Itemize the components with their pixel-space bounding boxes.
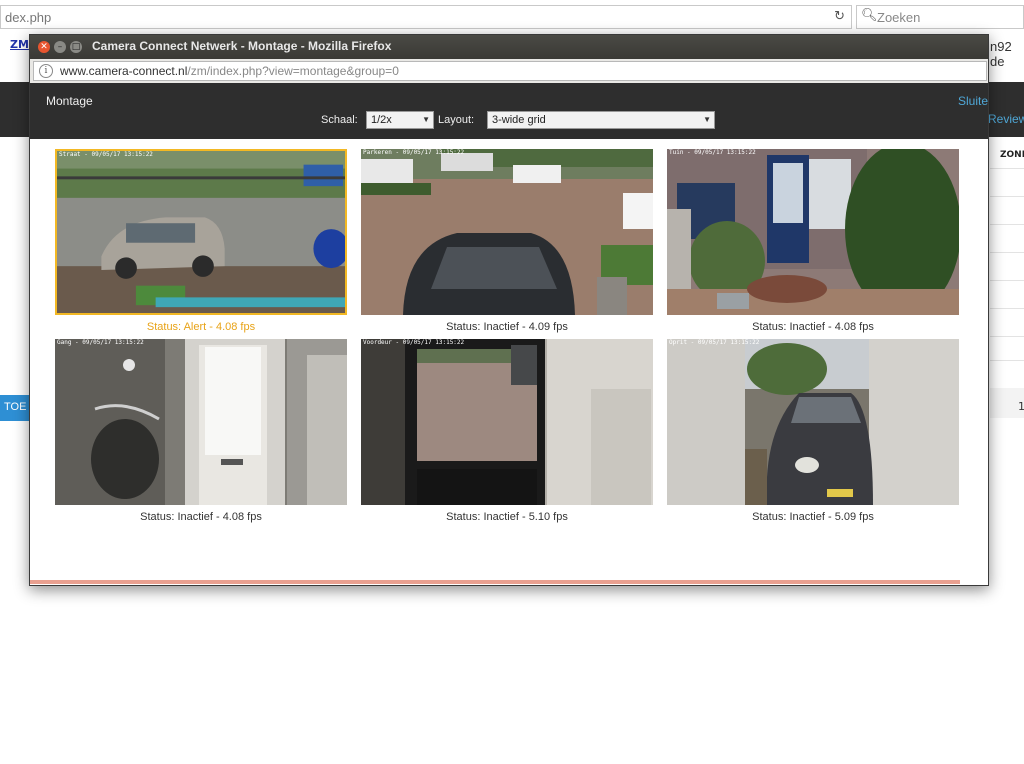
page-title: Montage	[46, 94, 93, 108]
camera-feed[interactable]: Oprit - 09/05/17 13:15:22	[667, 339, 959, 505]
scale-select[interactable]: 1/2x ▼	[366, 111, 434, 129]
close-link[interactable]: Sluiten	[958, 94, 988, 108]
table-row-divider	[990, 336, 1024, 337]
montage-popup-window: ✕ – □ Camera Connect Netwerk - Montage -…	[29, 34, 989, 586]
chevron-down-icon: ▼	[703, 115, 711, 124]
camera-feed[interactable]: Tuin - 09/05/17 13:15:22	[667, 149, 959, 315]
camera-feed[interactable]: Gang - 09/05/17 13:15:22	[55, 339, 347, 505]
camera-timestamp: Straat - 09/05/17 13:15:22	[59, 151, 153, 158]
table-row-divider	[990, 360, 1024, 361]
zone-column-header: ZONE	[1000, 150, 1024, 160]
scale-label: Schaal:	[321, 114, 358, 126]
table-row-divider	[990, 196, 1024, 197]
monitor-grid: Straat - 09/05/17 13:15:22 Status: Alert…	[30, 139, 988, 579]
url-domain: www.camera-connect.nl	[60, 64, 188, 78]
monitor-status: Status: Inactief - 4.09 fps	[446, 321, 568, 333]
reload-icon[interactable]: ↻	[834, 9, 845, 24]
table-row-divider	[990, 280, 1024, 281]
bottom-divider	[30, 580, 960, 584]
monitor-tile[interactable]: Gang - 09/05/17 13:15:22 Status: Inactie…	[55, 339, 347, 529]
search-icon: 🔍︎	[861, 8, 878, 23]
camera-timestamp: Gang - 09/05/17 13:15:22	[57, 339, 144, 346]
monitor-status: Status: Inactief - 5.10 fps	[446, 511, 568, 523]
window-title: Camera Connect Netwerk - Montage - Mozil…	[92, 39, 392, 53]
review-link[interactable]: Review	[988, 112, 1024, 126]
monitor-status: Status: Inactief - 4.08 fps	[752, 321, 874, 333]
table-row-divider	[990, 308, 1024, 309]
close-window-icon[interactable]: ✕	[38, 41, 50, 53]
url-path: /zm/index.php?view=montage&group=0	[187, 64, 399, 78]
camera-timestamp: Tuin - 09/05/17 13:15:22	[669, 149, 756, 156]
bookmark-zm[interactable]: ZM	[10, 38, 29, 51]
camera-timestamp: Parkeren - 09/05/17 13:15:22	[363, 149, 465, 156]
background-url-text: dex.php	[5, 10, 52, 25]
address-bar[interactable]: i www.camera-connect.nl/zm/index.php?vie…	[33, 61, 987, 81]
monitor-tile[interactable]: Voordeur - 09/05/17 13:15:22 Status: Ina…	[361, 339, 653, 529]
camera-feed[interactable]: Parkeren - 09/05/17 13:15:22	[361, 149, 653, 315]
table-row-divider	[990, 224, 1024, 225]
window-titlebar[interactable]: ✕ – □ Camera Connect Netwerk - Montage -…	[30, 35, 988, 59]
table-row-divider	[990, 252, 1024, 253]
site-info-icon[interactable]: i	[39, 64, 53, 78]
monitor-status: Status: Inactief - 5.09 fps	[752, 511, 874, 523]
chevron-down-icon: ▼	[422, 115, 430, 124]
address-bar-container: i www.camera-connect.nl/zm/index.php?vie…	[30, 59, 988, 83]
camera-feed[interactable]: Voordeur - 09/05/17 13:15:22	[361, 339, 653, 505]
minimize-window-icon[interactable]: –	[54, 41, 66, 53]
monitor-status: Status: Alert - 4.08 fps	[146, 321, 256, 333]
layout-label: Layout:	[438, 114, 475, 126]
montage-header: Montage Sluiten Schaal: 1/2x ▼ Layout: 3…	[30, 83, 988, 139]
count-value: 1	[1018, 400, 1024, 413]
camera-timestamp: Voordeur - 09/05/17 13:15:22	[363, 339, 465, 346]
layout-select[interactable]: 3-wide grid ▼	[487, 111, 715, 129]
camera-feed[interactable]: Straat - 09/05/17 13:15:22	[55, 149, 347, 315]
background-search-box[interactable]: 🔍︎ Zoeken	[856, 5, 1024, 29]
search-placeholder: Zoeken	[877, 10, 921, 25]
monitor-tile[interactable]: Parkeren - 09/05/17 13:15:22 Status: Ina…	[361, 149, 653, 339]
layout-select-value: 3-wide grid	[492, 114, 546, 126]
bookmark-right-text[interactable]: n92 de	[990, 39, 1024, 69]
monitor-tile[interactable]: Tuin - 09/05/17 13:15:22 Status: Inactie…	[667, 149, 959, 339]
scale-select-value: 1/2x	[371, 114, 392, 126]
maximize-window-icon[interactable]: □	[70, 41, 82, 53]
background-url-bar[interactable]: dex.php ↻	[0, 5, 852, 29]
camera-timestamp: Oprit - 09/05/17 13:15:22	[669, 339, 760, 346]
monitor-tile[interactable]: Straat - 09/05/17 13:15:22 Status: Alert…	[55, 149, 347, 339]
url-text: www.camera-connect.nl/zm/index.php?view=…	[60, 64, 399, 78]
add-button[interactable]: TOE	[0, 395, 30, 421]
monitor-status: Status: Inactief - 4.08 fps	[140, 511, 262, 523]
table-row-divider	[990, 168, 1024, 169]
monitor-tile[interactable]: Oprit - 09/05/17 13:15:22 Status: Inacti…	[667, 339, 959, 529]
